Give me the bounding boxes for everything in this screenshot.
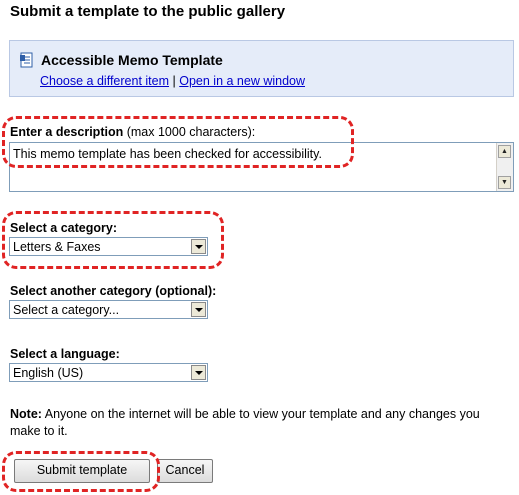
- page-title: Submit a template to the public gallery: [10, 3, 286, 20]
- item-name: Accessible Memo Template: [41, 52, 223, 68]
- description-hint: (max 1000 characters):: [126, 125, 256, 139]
- language-label: Select a language:: [10, 347, 120, 361]
- note-text: Note: Anyone on the internet will be abl…: [10, 406, 510, 440]
- document-icon: [20, 52, 33, 68]
- dropdown-arrow-icon[interactable]: [191, 365, 206, 380]
- category-value: Letters & Faxes: [13, 240, 101, 254]
- link-separator: |: [172, 74, 176, 88]
- another-category-value: Select a category...: [13, 303, 120, 317]
- dropdown-arrow-icon[interactable]: [191, 239, 206, 254]
- description-label-text: Enter a description: [10, 125, 124, 139]
- another-category-label: Select another category (optional):: [10, 284, 217, 298]
- item-links: Choose a different item | Open in a new …: [40, 74, 305, 88]
- scroll-up-icon[interactable]: ▲: [498, 145, 511, 158]
- scroll-down-icon[interactable]: ▼: [498, 176, 511, 189]
- open-new-window-link[interactable]: Open in a new window: [179, 74, 305, 88]
- note-body: Anyone on the internet will be able to v…: [10, 407, 480, 438]
- cancel-button[interactable]: Cancel: [157, 459, 213, 483]
- selected-item-panel: Accessible Memo Template Choose a differ…: [9, 40, 514, 97]
- dropdown-arrow-icon[interactable]: [191, 302, 206, 317]
- description-label: Enter a description (max 1000 characters…: [10, 125, 255, 139]
- another-category-select[interactable]: Select a category...: [9, 300, 208, 319]
- language-value: English (US): [13, 366, 84, 380]
- description-textarea[interactable]: This memo template has been checked for …: [9, 142, 514, 192]
- category-select[interactable]: Letters & Faxes: [9, 237, 208, 256]
- note-prefix: Note:: [10, 407, 42, 421]
- submit-template-button[interactable]: Submit template: [14, 459, 150, 483]
- language-select[interactable]: English (US): [9, 363, 208, 382]
- description-text: This memo template has been checked for …: [13, 147, 322, 161]
- choose-different-item-link[interactable]: Choose a different item: [40, 74, 169, 88]
- description-scrollbar[interactable]: ▲ ▼: [496, 143, 513, 191]
- category-label: Select a category:: [10, 221, 117, 235]
